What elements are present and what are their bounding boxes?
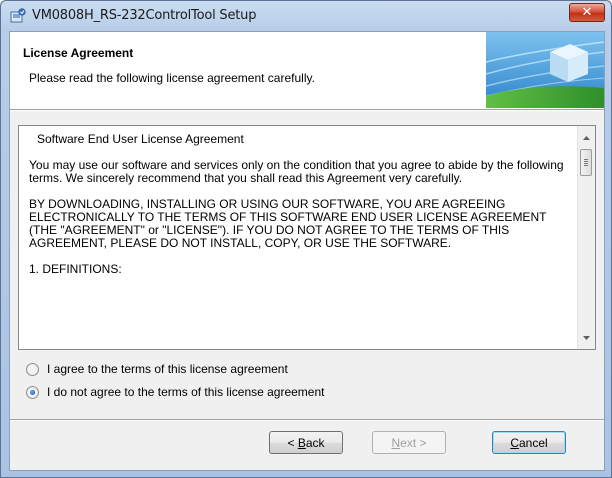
license-paragraph-1: You may use our software and services on… [29, 158, 564, 185]
installer-window: VM0808H_RS-232ControlTool Setup ✕ Licens… [0, 0, 612, 478]
disagree-radio[interactable] [26, 385, 39, 399]
scroll-down-arrow[interactable] [578, 329, 595, 346]
license-paragraph-2: BY DOWNLOADING, INSTALLING OR USING OUR … [29, 197, 547, 250]
agree-option[interactable]: I agree to the terms of this license agr… [26, 362, 288, 376]
header-divider [10, 110, 604, 111]
scroll-thumb[interactable] [580, 149, 592, 176]
license-paragraph-3: 1. DEFINITIONS: [29, 262, 122, 276]
close-icon: ✕ [581, 5, 593, 20]
disagree-label[interactable]: I do not agree to the terms of this lice… [47, 385, 325, 399]
footer-divider-highlight [10, 420, 604, 421]
license-heading: Software End User License Agreement [37, 132, 244, 146]
wizard-header: License Agreement Please read the follow… [10, 32, 604, 110]
back-button-accel: B [297, 435, 306, 450]
license-text-box[interactable]: Software End User License Agreement You … [18, 125, 596, 350]
next-button-accel: N [391, 435, 401, 450]
back-button-label: ack [305, 435, 325, 450]
agree-radio[interactable] [26, 362, 39, 376]
wizard-banner-graphic [486, 32, 604, 108]
arrow-up-icon [583, 135, 590, 140]
agree-label[interactable]: I agree to the terms of this license agr… [47, 362, 288, 376]
next-button-label: ext > [400, 435, 427, 450]
back-button[interactable]: < Back [269, 431, 343, 454]
cancel-button-label: ancel [518, 435, 548, 450]
dialog-client-area: License Agreement Please read the follow… [9, 31, 605, 471]
window-title: VM0808H_RS-232ControlTool Setup [32, 8, 257, 23]
cancel-button[interactable]: Cancel [492, 431, 566, 454]
page-title: License Agreement [23, 46, 134, 60]
back-button-prefix: < [287, 435, 298, 450]
cancel-button-accel: C [510, 435, 519, 450]
setup-app-icon [10, 8, 26, 23]
scroll-up-arrow[interactable] [578, 129, 595, 146]
disagree-option[interactable]: I do not agree to the terms of this lice… [26, 385, 325, 399]
license-text: Software End User License Agreement You … [29, 133, 574, 289]
next-button[interactable]: Next > [372, 431, 446, 454]
license-scrollbar[interactable] [577, 126, 595, 349]
close-button[interactable]: ✕ [569, 3, 605, 22]
page-subtitle: Please read the following license agreem… [29, 71, 315, 85]
arrow-down-icon [583, 335, 590, 340]
title-bar[interactable]: VM0808H_RS-232ControlTool Setup ✕ [1, 1, 612, 31]
